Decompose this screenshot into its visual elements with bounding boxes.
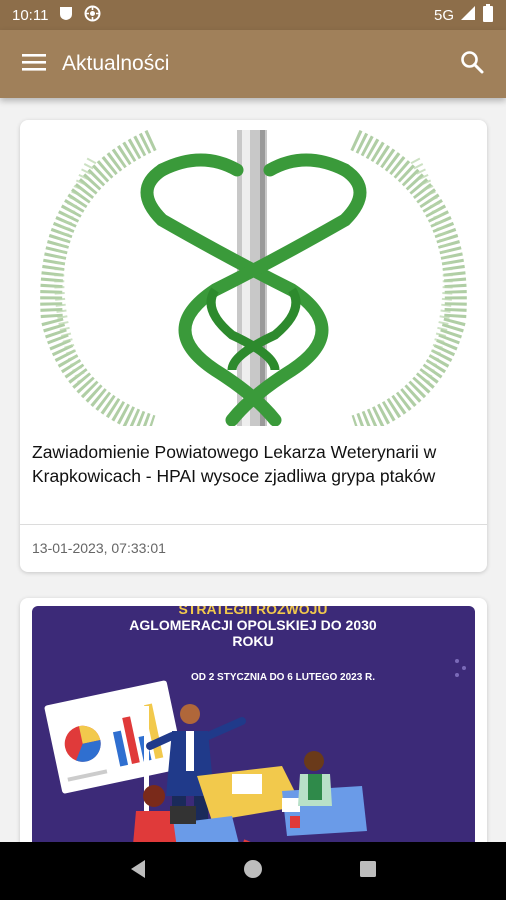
- shield-icon: [58, 5, 74, 25]
- battery-icon: [482, 4, 494, 26]
- status-bar: 10:11 5G: [0, 0, 506, 30]
- status-time: 10:11: [12, 6, 49, 24]
- article-title[interactable]: Zawiadomienie Powiatowego Lekarza Wetery…: [32, 440, 477, 488]
- poster-heading-1: STRATEGII ROZWOJU: [178, 606, 327, 617]
- home-icon: [243, 859, 263, 884]
- home-button[interactable]: [233, 851, 273, 891]
- search-button[interactable]: [456, 48, 488, 80]
- recents-button[interactable]: [348, 851, 388, 891]
- app-bar: Aktualności: [0, 30, 506, 98]
- article-image: STRATEGII ROZWOJU AGLOMERACJI OPOLSKIEJ …: [32, 606, 475, 842]
- menu-icon: [22, 52, 46, 77]
- back-icon: [129, 859, 147, 884]
- poster-heading-2: AGLOMERACJI OPOLSKIEJ DO 2030: [129, 617, 377, 633]
- page-title: Aktualności: [62, 52, 170, 75]
- globe-icon: [84, 5, 101, 26]
- network-type: 5G: [433, 6, 454, 24]
- poster-dates: OD 2 STYCZNIA DO 6 LUTEGO 2023 R.: [191, 672, 375, 683]
- poster-heading-3: ROKU: [232, 633, 273, 649]
- menu-button[interactable]: [18, 48, 50, 80]
- article-image: [32, 130, 475, 426]
- recents-icon: [359, 860, 377, 883]
- card-divider: [20, 524, 487, 525]
- search-icon: [460, 50, 484, 79]
- system-nav-bar: [0, 842, 506, 900]
- article-date: 13-01-2023, 07:33:01: [32, 540, 166, 556]
- news-card[interactable]: STRATEGII ROZWOJU AGLOMERACJI OPOLSKIEJ …: [20, 598, 487, 842]
- news-feed[interactable]: Zawiadomienie Powiatowego Lekarza Wetery…: [0, 98, 506, 842]
- back-button[interactable]: [118, 851, 158, 891]
- news-card[interactable]: Zawiadomienie Powiatowego Lekarza Wetery…: [20, 120, 487, 572]
- signal-icon: [460, 5, 476, 25]
